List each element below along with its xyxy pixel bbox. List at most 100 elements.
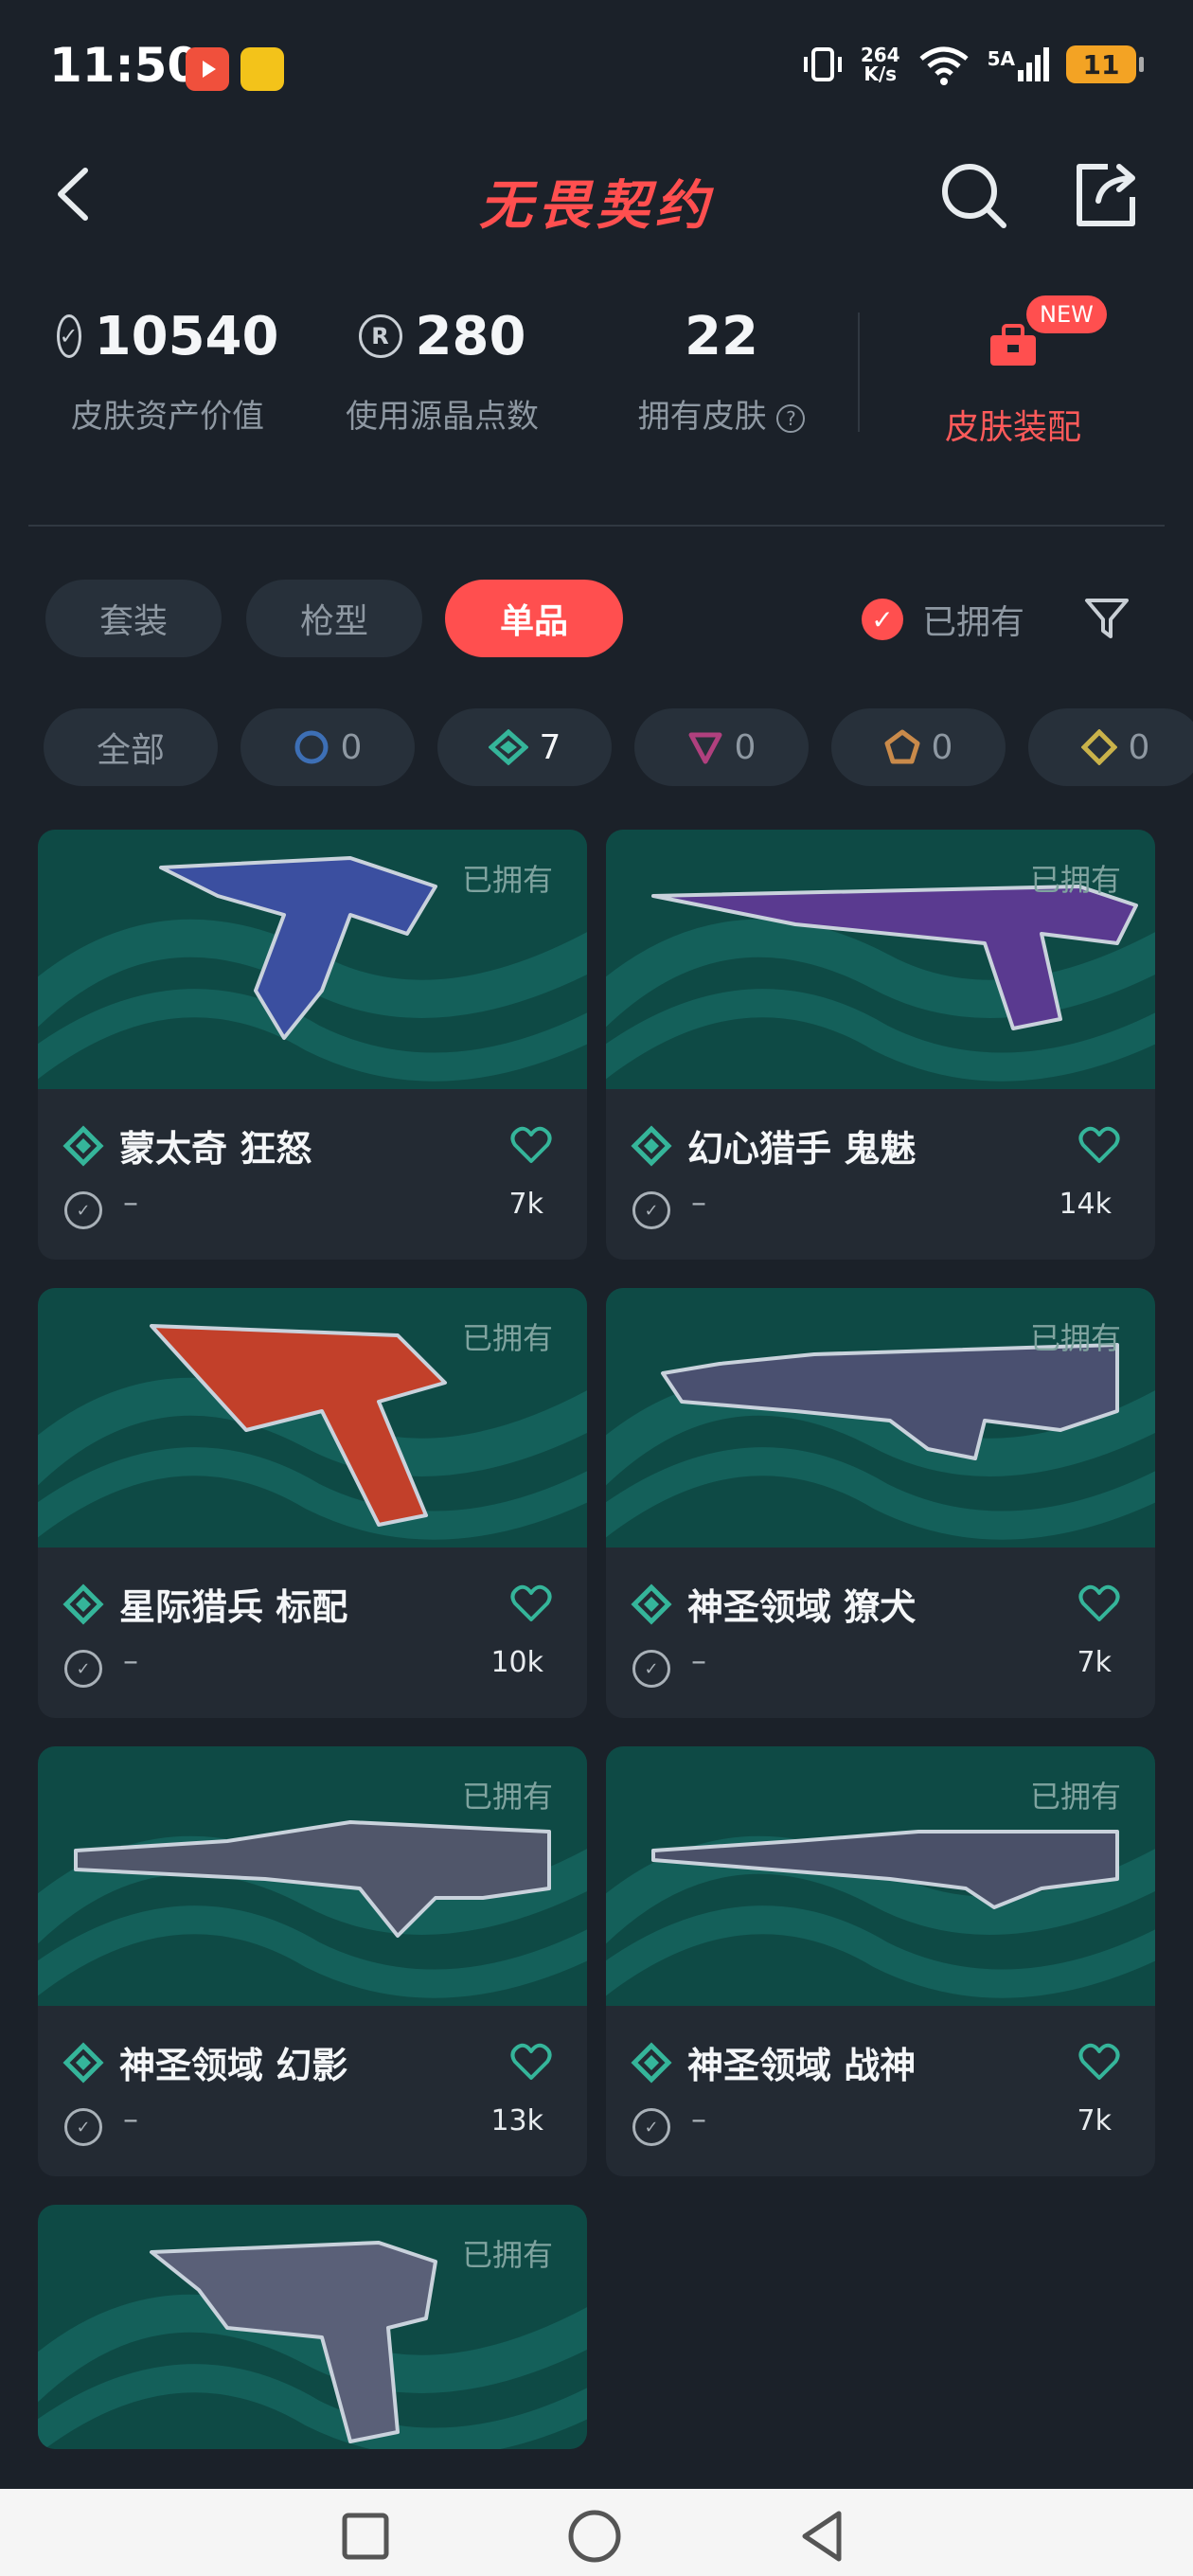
skin-card[interactable]: 已拥有 神圣领域 战神 7k ✓ – — [606, 1746, 1155, 2176]
deluxe-tier-icon — [631, 1583, 672, 1625]
likes-count: 7k — [1077, 1646, 1112, 1679]
skin-image: 已拥有 — [38, 1746, 587, 2006]
owned-filter-toggle[interactable]: ✓ 已拥有 — [862, 595, 1024, 644]
chip-premium[interactable]: 0 — [634, 708, 809, 786]
skin-image: 已拥有 — [606, 1288, 1155, 1547]
skin-card-info: 星际猎兵 标配 10k ✓ – — [38, 1547, 587, 1718]
chip-ultra[interactable]: 0 — [1028, 708, 1193, 786]
net-speed: 264 K/s — [860, 44, 900, 85]
owned-tag: 已拥有 — [461, 2237, 553, 2273]
owned-tag: 已拥有 — [1029, 1779, 1121, 1815]
vp-icon: ✓ — [632, 1191, 670, 1229]
radianite-icon: R — [358, 314, 402, 358]
vp-icon: ✓ — [632, 2108, 670, 2146]
heart-icon[interactable] — [1077, 2042, 1121, 2082]
owned-tag: 已拥有 — [461, 1320, 553, 1356]
heart-icon[interactable] — [1077, 1125, 1121, 1165]
skin-image: 已拥有 — [606, 1746, 1155, 2006]
heart-icon[interactable] — [509, 1583, 553, 1623]
skin-price: – — [123, 2101, 138, 2137]
deluxe-tier-icon — [62, 1583, 104, 1625]
search-icon[interactable] — [937, 159, 1009, 231]
skin-price: – — [691, 2101, 706, 2137]
system-icons: 264 K/s 5A 11 — [802, 44, 1144, 85]
new-badge: NEW — [1026, 295, 1107, 333]
skin-card[interactable]: 已拥有 幻心猎手 鬼魅 14k ✓ – — [606, 830, 1155, 1260]
briefcase-icon — [990, 324, 1036, 366]
skin-image: 已拥有 — [38, 830, 587, 1089]
skin-name: 蒙太奇 狂怒 — [119, 1128, 312, 1170]
deluxe-tier-icon — [62, 2042, 104, 2084]
likes-count: 13k — [490, 2104, 543, 2138]
skin-name: 神圣领域 幻影 — [119, 2045, 348, 2086]
share-icon[interactable] — [1070, 159, 1142, 231]
skin-name: 神圣领域 獠犬 — [687, 1586, 917, 1628]
skin-card-info: 神圣领域 獠犬 7k ✓ – — [606, 1547, 1155, 1718]
vibrate-icon — [803, 47, 842, 81]
back-nav-icon[interactable] — [795, 2508, 852, 2565]
skin-price: – — [691, 1184, 706, 1220]
chip-all[interactable]: 全部 — [44, 708, 218, 786]
chip-deluxe[interactable]: 7 — [437, 708, 612, 786]
skin-price: – — [691, 1642, 706, 1678]
status-bar: 11:50 264 K/s 5A 11 — [0, 0, 1193, 133]
owned-skins-stat: 22 拥有皮肤 ? — [627, 303, 816, 437]
chip-exclusive[interactable]: 0 — [831, 708, 1006, 786]
skin-card-info: 蒙太奇 狂怒 7k ✓ – — [38, 1089, 587, 1260]
battery-icon: 11 — [1066, 45, 1144, 83]
skin-card[interactable]: 已拥有 星际猎兵 标配 10k ✓ – — [38, 1288, 587, 1718]
owned-tag: 已拥有 — [461, 1779, 553, 1815]
deluxe-tier-icon — [631, 1125, 672, 1167]
skin-image: 已拥有 — [38, 2205, 587, 2449]
premium-tier-icon — [688, 732, 722, 764]
owned-tag: 已拥有 — [1029, 862, 1121, 898]
skin-price: – — [123, 1184, 138, 1220]
chip-select[interactable]: 0 — [240, 708, 415, 786]
skin-card[interactable]: 已拥有 — [38, 2205, 587, 2449]
select-tier-icon — [294, 730, 329, 764]
owned-tag: 已拥有 — [461, 862, 553, 898]
vp-icon: ✓ — [56, 314, 81, 358]
likes-count: 14k — [1059, 1188, 1112, 1221]
game-app-icon — [240, 47, 284, 91]
skin-card-info: 神圣领域 战神 7k ✓ – — [606, 2006, 1155, 2176]
recent-apps-icon[interactable] — [337, 2508, 394, 2565]
filter-icon[interactable] — [1081, 593, 1132, 644]
owned-tag: 已拥有 — [1029, 1320, 1121, 1356]
tab-weapon-type[interactable]: 枪型 — [246, 580, 422, 657]
clock: 11:50 — [49, 38, 201, 93]
tab-set[interactable]: 套装 — [45, 580, 222, 657]
skin-card[interactable]: 已拥有 神圣领域 幻影 13k ✓ – — [38, 1746, 587, 2176]
vp-icon: ✓ — [64, 2108, 102, 2146]
likes-count: 7k — [1077, 2104, 1112, 2138]
page-title: 无畏契约 — [479, 175, 714, 237]
wifi-icon — [918, 46, 969, 85]
exclusive-tier-icon — [884, 729, 920, 764]
skin-name: 神圣领域 战神 — [687, 2045, 917, 2086]
signal-icon: 5A — [988, 47, 1049, 81]
section-divider — [28, 525, 1165, 527]
video-app-icon — [186, 47, 229, 91]
heart-icon[interactable] — [509, 1125, 553, 1165]
heart-icon[interactable] — [509, 2042, 553, 2082]
skin-price: – — [123, 1642, 138, 1678]
skin-card-info: 神圣领域 幻影 13k ✓ – — [38, 2006, 587, 2176]
system-nav-bar — [0, 2489, 1193, 2576]
radianite-stat: R 280 使用源晶点数 — [346, 305, 539, 437]
asset-value-stat: ✓ 10540 皮肤资产价值 — [56, 303, 278, 437]
deluxe-tier-icon — [488, 729, 528, 765]
skin-name: 星际猎兵 标配 — [119, 1586, 348, 1628]
skin-name: 幻心猎手 鬼魅 — [687, 1128, 917, 1170]
deluxe-tier-icon — [62, 1125, 104, 1167]
home-icon[interactable] — [566, 2508, 623, 2565]
skin-card[interactable]: 已拥有 神圣领域 獠犬 7k ✓ – — [606, 1288, 1155, 1718]
ultra-tier-icon — [1080, 729, 1117, 765]
checkbox-checked-icon: ✓ — [862, 599, 903, 640]
skin-card[interactable]: 已拥有 蒙太奇 狂怒 7k ✓ – — [38, 830, 587, 1260]
stats-divider — [858, 313, 860, 432]
skin-image: 已拥有 — [38, 1288, 587, 1547]
skin-image: 已拥有 — [606, 830, 1155, 1089]
tab-single-item[interactable]: 单品 — [445, 580, 623, 657]
help-icon[interactable]: ? — [776, 403, 806, 433]
heart-icon[interactable] — [1077, 1583, 1121, 1623]
